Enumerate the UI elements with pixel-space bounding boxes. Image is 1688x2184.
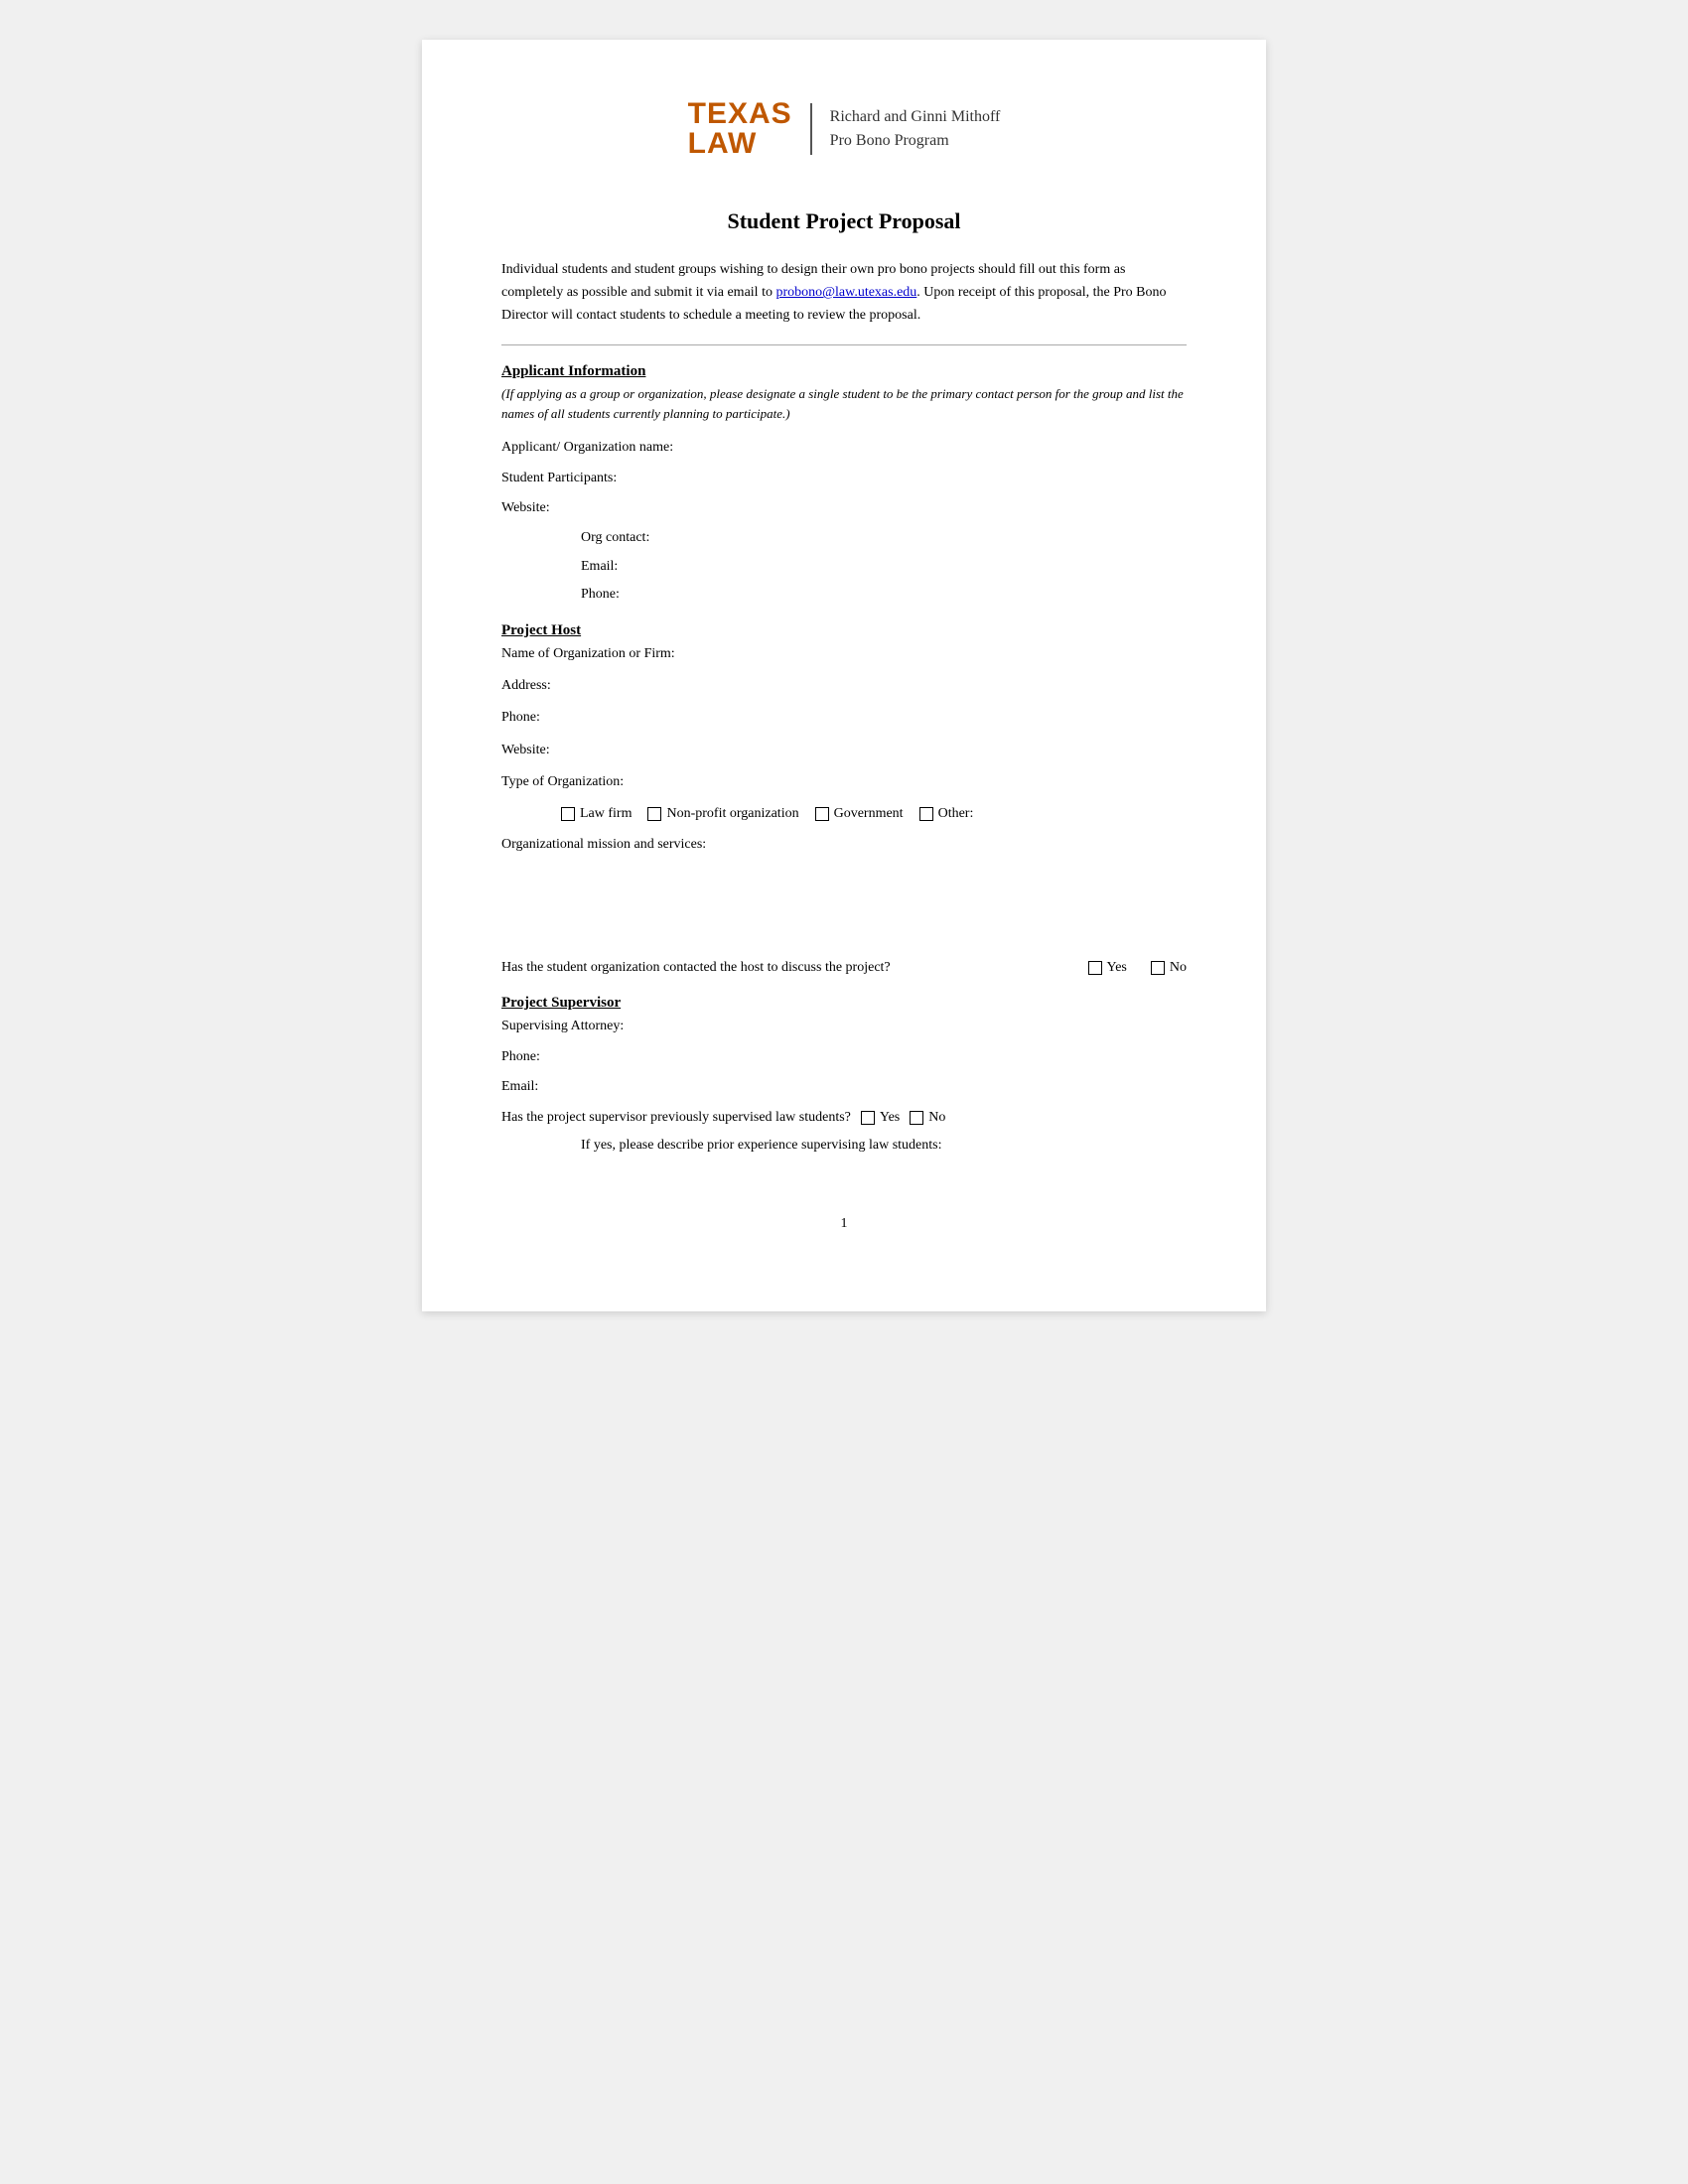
checkbox-law-firm[interactable]: Law firm <box>561 806 632 822</box>
field-supervising-attorney: Supervising Attorney: <box>501 1016 1187 1037</box>
contact-yes-label: Yes <box>1107 957 1127 979</box>
checkbox-government[interactable]: Government <box>815 806 904 822</box>
logo-divider <box>810 103 812 155</box>
field-student-participants: Student Participants: <box>501 468 1187 489</box>
project-host-heading: Project Host <box>501 622 1187 639</box>
checkbox-government-label: Government <box>834 806 904 822</box>
supervised-no-box[interactable] <box>910 1111 923 1125</box>
field-mission: Organizational mission and services: <box>501 834 1187 856</box>
supervised-yes-checkbox[interactable]: Yes <box>861 1107 900 1129</box>
field-host-website: Website: <box>501 740 1187 761</box>
project-supervisor-section: Project Supervisor Supervising Attorney:… <box>501 995 1187 1157</box>
logo-text: TEXAS LAW <box>688 99 792 159</box>
page-number: 1 <box>501 1216 1187 1232</box>
project-supervisor-heading: Project Supervisor <box>501 995 1187 1012</box>
applicant-info-section: Applicant Information (If applying as a … <box>501 363 1187 606</box>
checkbox-other-box[interactable] <box>919 807 933 821</box>
logo-title-line2: Pro Bono Program <box>830 129 1001 153</box>
field-supervisor-email: Email: <box>501 1076 1187 1098</box>
logo-block: TEXAS LAW Richard and Ginni Mithoff Pro … <box>688 99 1001 159</box>
contact-no-checkbox[interactable]: No <box>1151 957 1187 979</box>
supervised-question-row: Has the project supervisor previously su… <box>501 1107 1187 1129</box>
contact-yes-box[interactable] <box>1088 961 1102 975</box>
field-phone: Phone: <box>581 584 1187 606</box>
field-org-contact: Org contact: <box>581 527 1187 549</box>
checkbox-other[interactable]: Other: <box>919 806 974 822</box>
org-type-checkboxes: Law firm Non-profit organization Governm… <box>561 806 1187 822</box>
blank-line-3 <box>501 905 1187 927</box>
checkbox-other-label: Other: <box>938 806 974 822</box>
contact-question-text: Has the student organization contacted t… <box>501 957 1064 979</box>
field-supervisor-phone: Phone: <box>501 1046 1187 1068</box>
field-org-name: Applicant/ Organization name: <box>501 437 1187 459</box>
logo-title-line1: Richard and Ginni Mithoff <box>830 105 1001 129</box>
field-host-phone: Phone: <box>501 707 1187 729</box>
supervised-no-label: No <box>928 1107 945 1129</box>
field-email: Email: <box>581 556 1187 578</box>
field-website: Website: <box>501 497 1187 519</box>
logo-texas: TEXAS <box>688 99 792 129</box>
document-header: TEXAS LAW Richard and Ginni Mithoff Pro … <box>501 99 1187 159</box>
field-address: Address: <box>501 675 1187 697</box>
field-org-type: Type of Organization: <box>501 771 1187 793</box>
probono-email-link[interactable]: probono@law.utexas.edu <box>775 285 916 300</box>
document-page: TEXAS LAW Richard and Ginni Mithoff Pro … <box>422 40 1266 1311</box>
field-describe-experience: If yes, please describe prior experience… <box>581 1135 1187 1157</box>
applicant-info-heading: Applicant Information <box>501 363 1187 380</box>
checkbox-law-firm-label: Law firm <box>580 806 632 822</box>
checkbox-nonprofit-box[interactable] <box>647 807 661 821</box>
contact-no-box[interactable] <box>1151 961 1165 975</box>
contact-question-row: Has the student organization contacted t… <box>501 957 1187 979</box>
supervised-no-checkbox[interactable]: No <box>910 1107 945 1129</box>
checkbox-nonprofit[interactable]: Non-profit organization <box>647 806 798 822</box>
field-org-firm-name: Name of Organization or Firm: <box>501 643 1187 665</box>
checkbox-nonprofit-label: Non-profit organization <box>666 806 798 822</box>
supervised-question-text: Has the project supervisor previously su… <box>501 1107 851 1129</box>
page-title: Student Project Proposal <box>501 208 1187 234</box>
supervised-yes-label: Yes <box>880 1107 900 1129</box>
blank-line-2 <box>501 884 1187 905</box>
supervised-yes-box[interactable] <box>861 1111 875 1125</box>
checkbox-law-firm-box[interactable] <box>561 807 575 821</box>
contact-yes-checkbox[interactable]: Yes <box>1088 957 1127 979</box>
applicant-info-subtext: (If applying as a group or organization,… <box>501 384 1187 423</box>
blank-line-1 <box>501 862 1187 884</box>
logo-law: LAW <box>688 129 792 159</box>
logo-title: Richard and Ginni Mithoff Pro Bono Progr… <box>830 105 1001 153</box>
mission-blank-lines <box>501 862 1187 927</box>
checkbox-government-box[interactable] <box>815 807 829 821</box>
project-host-section: Project Host Name of Organization or Fir… <box>501 622 1187 980</box>
contact-no-label: No <box>1170 957 1187 979</box>
intro-paragraph: Individual students and student groups w… <box>501 258 1187 327</box>
section-divider <box>501 344 1187 345</box>
